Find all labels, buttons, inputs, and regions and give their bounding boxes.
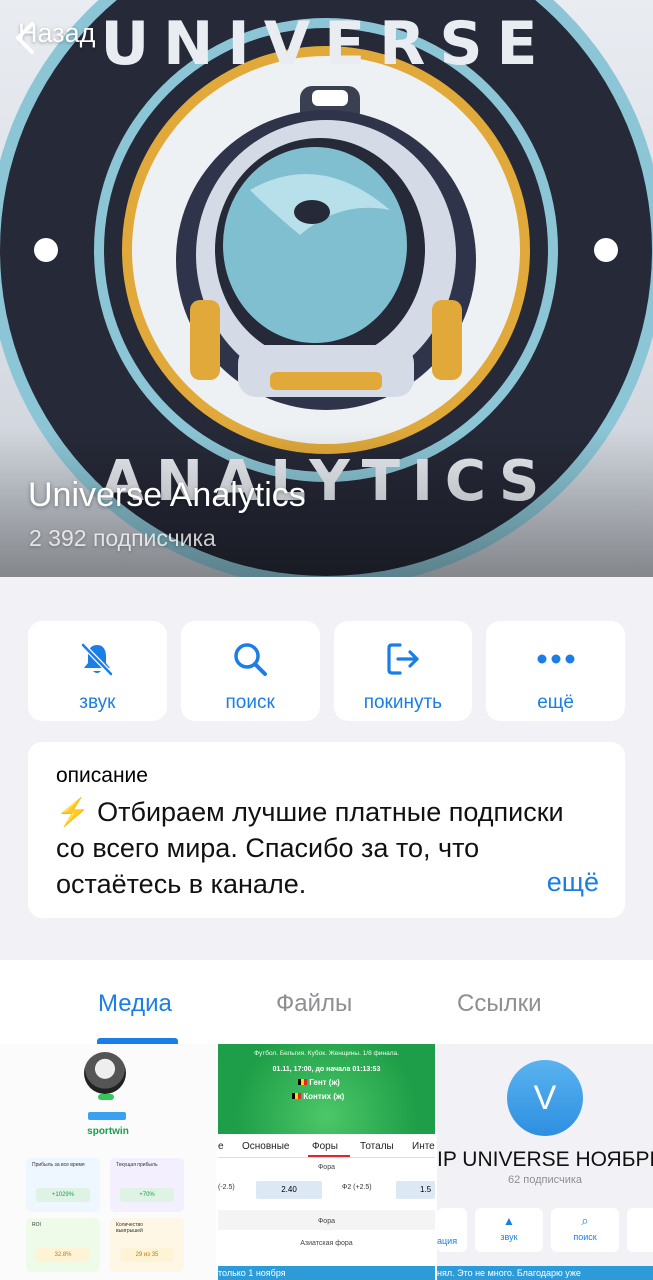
team-name: Гент (ж) [309,1078,340,1087]
stat-value: +1029% [36,1188,90,1202]
media-item[interactable]: sportwin Прибыль за все время +1029% Тек… [0,1044,216,1280]
description-more-link[interactable]: ещё [547,867,599,898]
stat-label: Количество выигрышей [116,1222,143,1234]
channel-cover: UNIVERSE ANALYTICS Назад Universe Analyt… [0,0,653,577]
media-item[interactable]: V IP UNIVERSE НОЯБРЬ 62 подписчика ация … [437,1044,653,1280]
stat-label: ROI [32,1222,41,1228]
leave-button[interactable]: покинуть [333,621,473,721]
channel-name: Universe Analytics [28,476,306,514]
media-item[interactable]: Футбол. Бельгия. Кубок. Женщины. 1/8 фин… [218,1044,435,1280]
media-grid: sportwin Прибыль за все время +1029% Тек… [0,1044,653,1280]
market-section: Азиатская фора [300,1240,353,1247]
stat-value: 29 из 35 [120,1248,174,1262]
stat-label: Прибыль за все время [32,1162,85,1168]
tab-links[interactable]: Ссылки [457,990,542,1018]
search-label: поиск [225,692,275,713]
channel-avatar: V [507,1060,583,1136]
match-time: 01.11, 17:00, до начала 01:13:53 [272,1066,381,1073]
stat-value: +70% [120,1188,174,1202]
stat-value: 32.8% [36,1248,90,1262]
odds-label: Ф2 (+2.5) [342,1184,372,1191]
mute-button[interactable]: звук [28,621,167,721]
description-label: описание [56,764,148,787]
tab-files[interactable]: Файлы [276,990,352,1018]
action-label: ация [437,1236,458,1246]
odds-value: 2.40 [256,1181,322,1199]
leave-icon [383,639,423,679]
description-text: ⚡ Отбираем лучшие платные подписки со вс… [56,797,564,899]
svg-text:UNIVERSE: UNIVERSE [100,9,551,79]
market-tab: Инте [412,1141,435,1152]
market-tab: е [218,1141,224,1152]
more-icon [536,639,576,679]
subscriber-count: 2 392 подписчика [29,525,216,551]
chevron-left-icon [16,22,34,54]
mute-label: звук [79,692,116,713]
media-caption: нял. Это не много. Благодарю уже [437,1268,581,1278]
team-name: Контих (ж) [303,1092,345,1101]
search-icon [230,639,270,679]
action-buttons: звук поиск покинуть ещё [28,621,625,721]
market-section: Фора [317,1218,335,1225]
media-tabs: Медиа Файлы Ссылки [0,960,653,1044]
bell-icon: ▲ [503,1214,515,1228]
market-tab: Основные [242,1141,290,1152]
search-button[interactable]: поиск [180,621,320,721]
channel-subs: 62 подписчика [507,1174,583,1186]
app-name: sportwin [87,1126,129,1137]
tab-media[interactable]: Медиа [98,990,172,1018]
match-title: Футбол. Бельгия. Кубок. Женщины. 1/8 фин… [254,1050,399,1057]
channel-title: IP UNIVERSE НОЯБРЬ [437,1148,653,1171]
leave-label: покинуть [363,692,443,713]
avatar [84,1052,126,1094]
search-icon: ⌕ [581,1213,589,1228]
action-label: звук [500,1232,518,1242]
back-button[interactable]: Назад [12,18,95,54]
bell-slash-icon [77,639,117,679]
description-card: описание ⚡ Отбираем лучшие платные подпи… [28,742,625,918]
market-tab: Тоталы [360,1141,394,1152]
odds-label: (-2.5) [218,1184,235,1191]
more-label: ещё [537,692,575,713]
media-caption: только 1 ноября [218,1268,286,1278]
market-tab: Форы [312,1141,338,1152]
odds-value: 1.5 [396,1181,435,1199]
more-button[interactable]: ещё [486,621,625,721]
action-label: поиск [573,1232,597,1242]
stat-label: Текущая прибыль [116,1162,158,1168]
market-section: Фора [317,1164,335,1171]
